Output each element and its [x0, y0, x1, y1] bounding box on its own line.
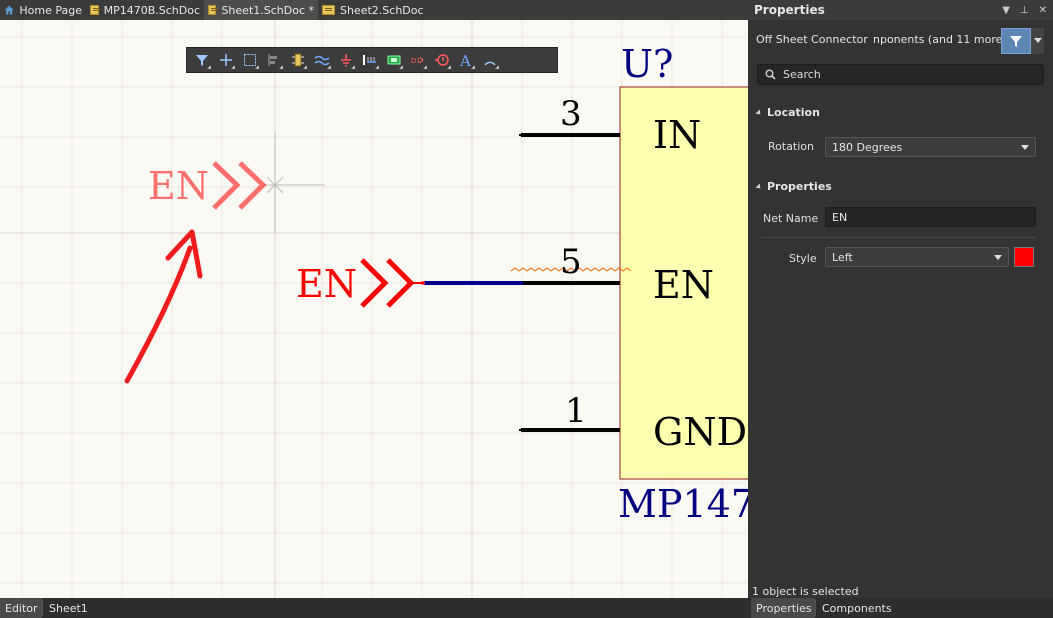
- schdoc-icon: [322, 5, 335, 15]
- tab-label: Sheet1.SchDoc *: [221, 3, 314, 17]
- document-tab-bar: Home Page MP1470B.SchDoc Sheet1.SchDoc *…: [0, 0, 748, 20]
- close-icon[interactable]: ✕: [1039, 5, 1047, 16]
- search-input[interactable]: Search: [757, 64, 1044, 85]
- bus-icon[interactable]: [359, 49, 381, 71]
- wire-icon[interactable]: [311, 49, 333, 71]
- filter-icon[interactable]: [191, 49, 213, 71]
- tab-sheet1[interactable]: Sheet1.SchDoc *: [204, 0, 318, 20]
- divider: [815, 600, 816, 616]
- panel-title: Properties: [754, 3, 825, 17]
- tab-editor[interactable]: Editor: [0, 598, 42, 618]
- schematic-drawing: U? MP147 3 IN 5 EN 1 GND EN EN: [0, 20, 748, 598]
- rotation-value: 180 Degrees: [832, 140, 903, 154]
- tab-mp1470b[interactable]: MP1470B.SchDoc: [86, 0, 204, 20]
- collapse-icon: [755, 182, 763, 191]
- part-icon[interactable]: [287, 49, 309, 71]
- net-name-field[interactable]: EN: [825, 207, 1036, 227]
- align-icon[interactable]: [263, 49, 285, 71]
- schematic-canvas[interactable]: U? MP147 3 IN 5 EN 1 GND EN EN D1 A: [0, 20, 748, 598]
- tab-label: Properties: [756, 601, 812, 615]
- ghost-connector-label: EN: [148, 164, 209, 208]
- schdoc-icon: [90, 5, 100, 15]
- ground-icon[interactable]: [335, 49, 357, 71]
- panel-header: Properties ▼ ⊥ ✕: [748, 0, 1053, 20]
- tab-sheet1-bottom[interactable]: Sheet1: [44, 598, 88, 618]
- search-placeholder: Search: [783, 68, 821, 81]
- filter-dropdown-button[interactable]: [1031, 28, 1044, 54]
- properties-panel: Properties ▼ ⊥ ✕ Off Sheet Connector npo…: [748, 0, 1053, 598]
- schdoc-icon: [208, 5, 219, 15]
- section-properties-label: Properties: [767, 180, 832, 193]
- selection-status: 1 object is selected: [752, 585, 859, 598]
- cursor-crosshair: [263, 132, 325, 233]
- harness-icon[interactable]: [383, 49, 405, 71]
- section-properties[interactable]: Properties: [755, 180, 832, 193]
- style-label: Style: [789, 252, 817, 265]
- tab-label: Editor: [5, 601, 38, 615]
- rotation-label: Rotation: [768, 140, 815, 153]
- rotation-select[interactable]: 180 Degrees: [825, 137, 1036, 157]
- tab-label: Home Page: [19, 3, 82, 17]
- directive-icon[interactable]: [431, 49, 453, 71]
- pin-number-in: 3: [560, 94, 582, 134]
- chevron-down-icon: [1033, 38, 1042, 43]
- svg-text:D1: D1: [411, 57, 421, 65]
- tab-label: Sheet1: [49, 601, 88, 615]
- style-value: Left: [832, 250, 853, 264]
- home-icon: [4, 5, 14, 15]
- style-select[interactable]: Left: [825, 247, 1009, 267]
- tab-sheet2[interactable]: Sheet2.SchDoc: [318, 0, 428, 20]
- tab-label: Components: [822, 601, 892, 615]
- tab-properties-panel[interactable]: Properties: [751, 598, 815, 618]
- filter-icon: [1010, 36, 1022, 47]
- pin-name-in: IN: [653, 113, 701, 157]
- search-icon: [765, 69, 776, 80]
- bottom-tab-bar: Editor Sheet1 Properties Components: [0, 598, 1053, 618]
- tab-label: MP1470B.SchDoc: [103, 3, 200, 17]
- pin-number-gnd: 1: [565, 391, 587, 431]
- object-type-label: Off Sheet Connector: [756, 33, 868, 46]
- select-rect-icon[interactable]: [239, 49, 261, 71]
- off-sheet-connector-ghost[interactable]: EN: [148, 161, 267, 210]
- pin-name-gnd: GND: [653, 410, 747, 454]
- component-filter-text[interactable]: nponents (and 11 more): [873, 33, 1007, 46]
- tab-label: Sheet2.SchDoc: [340, 3, 424, 17]
- divider: [762, 237, 1036, 238]
- component-designator: U?: [621, 42, 673, 86]
- divider: [42, 600, 43, 616]
- connector-label: EN: [296, 262, 357, 306]
- component-comment: MP147: [618, 482, 748, 526]
- active-bar-toolbar: D1 A: [186, 47, 558, 73]
- section-location[interactable]: Location: [755, 106, 820, 119]
- filter-button[interactable]: [1001, 28, 1031, 54]
- collapse-icon: [755, 108, 763, 117]
- chevron-down-icon: [1021, 145, 1029, 150]
- svg-text:A: A: [459, 53, 471, 67]
- section-location-label: Location: [767, 106, 820, 119]
- annotation-arrow: [124, 229, 203, 384]
- text-icon[interactable]: A: [455, 49, 477, 71]
- dropdown-icon[interactable]: ▼: [1002, 5, 1010, 16]
- tab-components-panel[interactable]: Components: [817, 598, 893, 618]
- style-color-swatch[interactable]: [1014, 247, 1034, 267]
- arc-icon[interactable]: [479, 49, 501, 71]
- net-name-value: EN: [832, 210, 848, 224]
- port-icon[interactable]: D1: [407, 49, 429, 71]
- chevron-down-icon: [994, 255, 1002, 260]
- pin-name-en: EN: [653, 263, 714, 307]
- crosshair-icon[interactable]: [215, 49, 237, 71]
- pin-icon[interactable]: ⊥: [1020, 5, 1029, 16]
- pin-number-en: 5: [560, 242, 582, 282]
- net-name-label: Net Name: [763, 212, 819, 225]
- tab-home-page[interactable]: Home Page: [0, 0, 86, 20]
